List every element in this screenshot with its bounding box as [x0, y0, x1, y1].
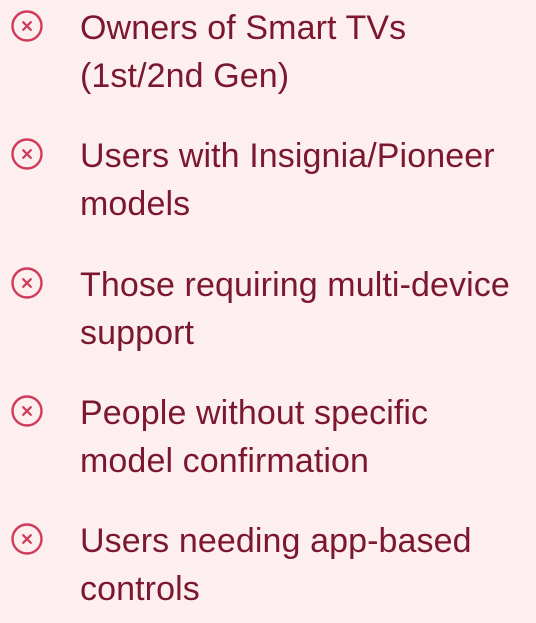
list-item: Those requiring multi-device support — [0, 257, 536, 367]
x-circle-icon — [10, 137, 44, 171]
list-item-label: Those requiring multi-device support — [80, 266, 510, 352]
list-item-label: Users with Insignia/Pioneer models — [80, 137, 495, 223]
list-item-label: Owners of Smart TVs (1st/2nd Gen) — [80, 9, 407, 95]
x-circle-icon — [10, 9, 44, 43]
x-circle-icon — [10, 266, 44, 300]
list-item: Users needing app-based controls — [0, 513, 536, 623]
not-suitable-list: Owners of Smart TVs (1st/2nd Gen) Users … — [0, 0, 536, 608]
list-item: People without specific model confirmati… — [0, 385, 536, 495]
list-item-label: People without specific model confirmati… — [80, 394, 429, 480]
list-item: Owners of Smart TVs (1st/2nd Gen) — [0, 0, 536, 110]
x-circle-icon — [10, 394, 44, 428]
x-circle-icon — [10, 522, 44, 556]
list-item: Users with Insignia/Pioneer models — [0, 128, 536, 238]
